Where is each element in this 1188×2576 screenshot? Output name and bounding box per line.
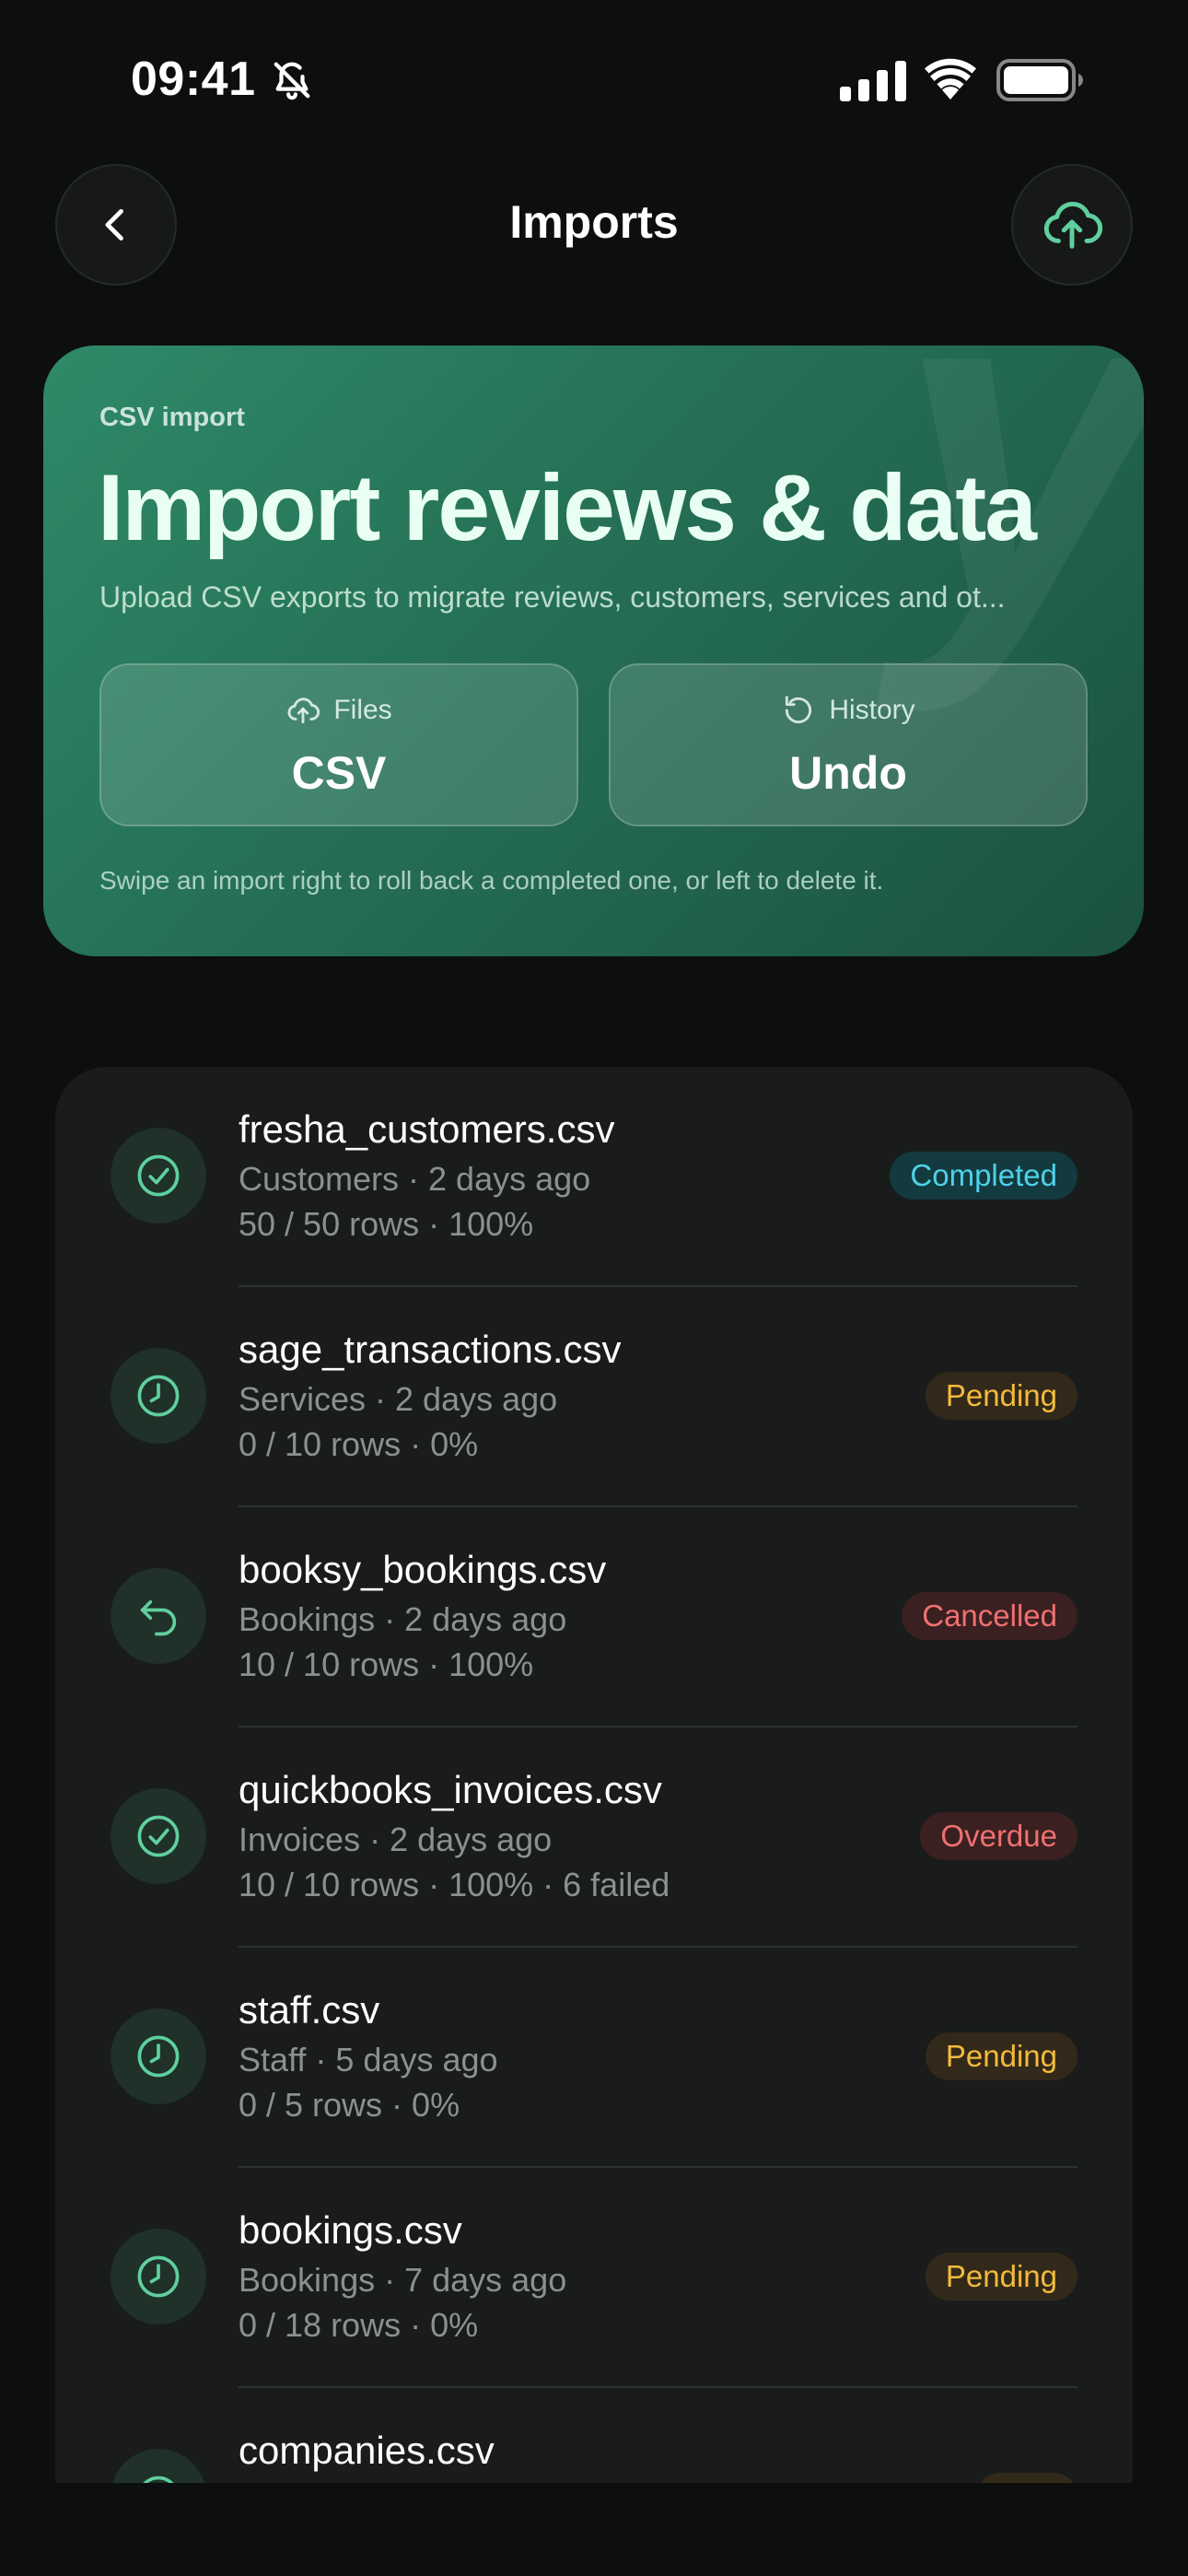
check-circle-icon: [137, 1815, 180, 1857]
status-badge: Pending: [925, 2032, 1077, 2080]
list-item[interactable]: fresha_customers.csv Customers · 2 days …: [55, 1067, 1133, 1287]
list-item[interactable]: booksy_bookings.csv Bookings · 2 days ag…: [55, 1507, 1133, 1727]
signal-icon: [840, 61, 906, 101]
file-progress: 0 / 10 rows · 0%: [239, 1425, 479, 1463]
cloud-upload-icon: [287, 697, 320, 724]
status-badge: Completed: [890, 1152, 1077, 1200]
imports-list: fresha_customers.csv Customers · 2 days …: [55, 1067, 1133, 2486]
list-item[interactable]: companies.csv: [55, 2388, 1133, 2486]
file-name: sage_transactions.csv: [239, 1328, 622, 1371]
clock-icon: [137, 2035, 180, 2078]
cloud-upload-icon: [1043, 202, 1103, 249]
file-meta: Invoices · 2 days ago: [239, 1821, 553, 1858]
status-badge: Pending: [925, 1372, 1077, 1420]
file-meta: Staff · 5 days ago: [239, 2041, 498, 2078]
file-meta: Bookings · 7 days ago: [239, 2261, 567, 2299]
upload-button[interactable]: [1011, 164, 1133, 286]
undo-icon: [786, 696, 812, 724]
file-progress: 10 / 10 rows · 100%: [239, 1645, 534, 1683]
file-name: booksy_bookings.csv: [239, 1548, 607, 1591]
tile-value: Undo: [789, 747, 907, 799]
file-progress: 0 / 5 rows · 0%: [239, 2086, 460, 2124]
files-csv-button[interactable]: Files CSV: [99, 663, 578, 826]
status-time: 09:41: [131, 53, 256, 106]
check-circle-icon: [137, 1154, 180, 1197]
import-hero-card: y CSV import Import reviews & data Uploa…: [43, 345, 1144, 956]
file-progress: 10 / 10 rows · 100% · 6 failed: [239, 1866, 670, 1903]
list-item[interactable]: sage_transactions.csv Services · 2 days …: [55, 1287, 1133, 1507]
file-name: staff.csv: [239, 1988, 380, 2032]
imports-screen: 09:41 Imports y CSV import Import review…: [0, 0, 1188, 2576]
battery-icon: [996, 59, 1083, 101]
clock-icon: [137, 2255, 180, 2298]
file-name: quickbooks_invoices.csv: [239, 1768, 662, 1811]
tile-label: Files: [333, 695, 392, 725]
bottom-safe-area: [0, 2483, 1188, 2576]
wifi-icon: [925, 58, 976, 100]
file-meta: Bookings · 2 days ago: [239, 1600, 567, 1638]
tile-label: History: [829, 695, 915, 725]
history-undo-button[interactable]: History Undo: [609, 663, 1088, 826]
file-name: bookings.csv: [239, 2208, 462, 2252]
clock-icon: [137, 1375, 180, 1417]
hero-eyebrow: CSV import: [99, 403, 245, 432]
file-meta: Customers · 2 days ago: [239, 1160, 591, 1198]
status-badge: Cancelled: [902, 1592, 1077, 1640]
tile-value: CSV: [291, 747, 387, 799]
hero-subtitle: Upload CSV exports to migrate reviews, c…: [99, 580, 1006, 614]
status-badge: Pending: [925, 2253, 1077, 2301]
file-meta: Services · 2 days ago: [239, 1380, 558, 1418]
file-progress: 50 / 50 rows · 100%: [239, 1205, 534, 1243]
hero-title: Import reviews & data: [98, 455, 1037, 560]
file-name: companies.csv: [239, 2429, 495, 2472]
status-badge: Overdue: [920, 1812, 1077, 1860]
page-title: Imports: [509, 196, 679, 248]
undo-icon: [140, 1599, 177, 1636]
list-item[interactable]: staff.csv Staff · 5 days ago 0 / 5 rows …: [55, 1948, 1133, 2168]
file-name: fresha_customers.csv: [239, 1107, 615, 1151]
list-item[interactable]: quickbooks_invoices.csv Invoices · 2 day…: [55, 1727, 1133, 1948]
list-item[interactable]: bookings.csv Bookings · 7 days ago 0 / 1…: [55, 2168, 1133, 2388]
bell-slash-icon: [274, 62, 310, 100]
file-progress: 0 / 18 rows · 0%: [239, 2306, 479, 2344]
hero-hint: Swipe an import right to roll back a com…: [99, 866, 884, 895]
status-bar: 09:41: [0, 0, 1188, 157]
